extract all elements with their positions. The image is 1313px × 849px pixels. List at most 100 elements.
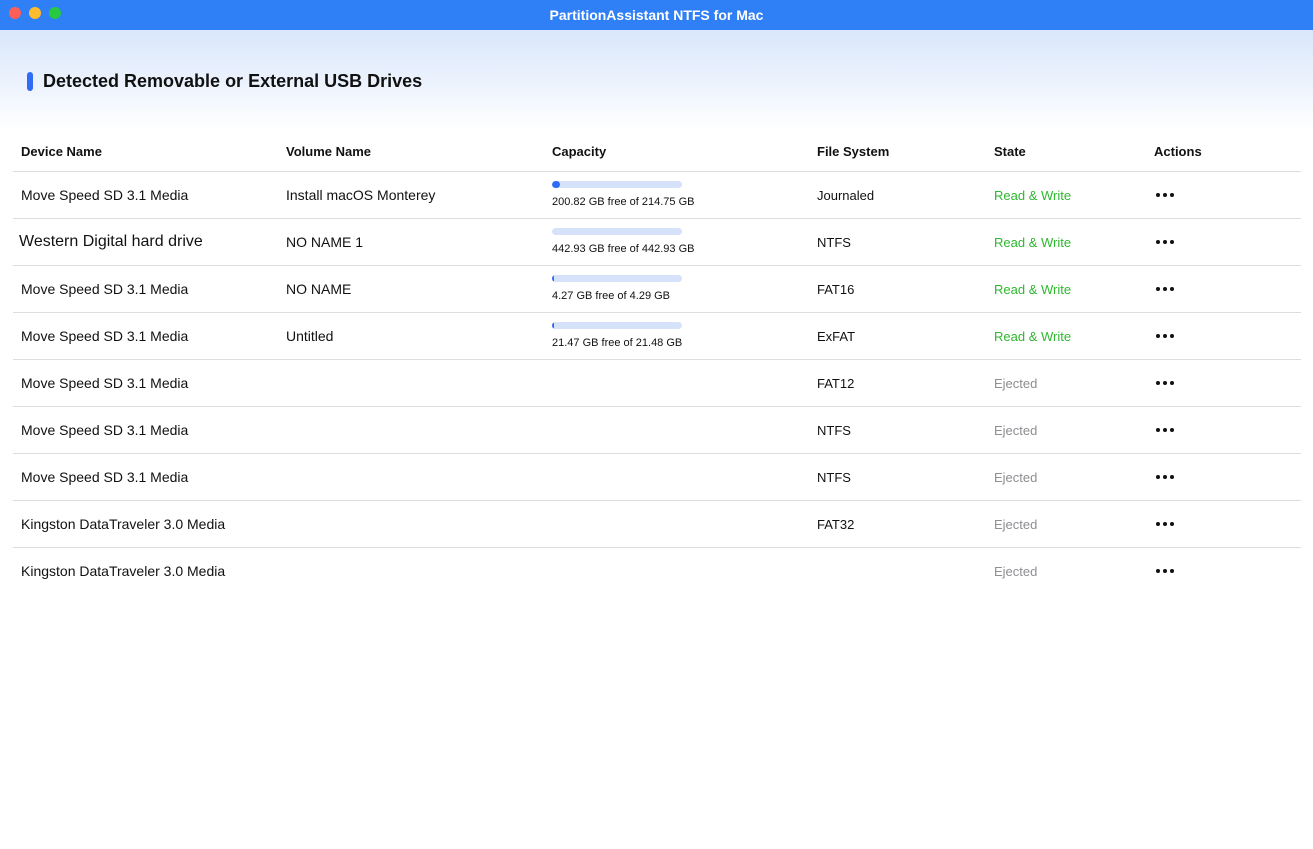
state-badge: Ejected xyxy=(994,563,1038,579)
capacity-cell: 4.27 GB free of 4.29 GB xyxy=(552,266,752,312)
header-capacity: Capacity xyxy=(552,143,607,159)
state-badge: Read & Write xyxy=(994,234,1072,250)
section-title: Detected Removable or External USB Drive… xyxy=(43,71,423,91)
more-dot xyxy=(1163,381,1167,385)
volume-name-cell: NO NAME xyxy=(286,281,352,297)
more-dot xyxy=(1163,428,1167,432)
volume-name-cell: Untitled xyxy=(286,328,334,344)
table-body: Move Speed SD 3.1 Media Install macOS Mon… xyxy=(13,172,1301,594)
table-row[interactable]: Move Speed SD 3.1 Media NO NAME 4.27 GB fr… xyxy=(13,266,1301,313)
actions-cell xyxy=(1154,266,1176,312)
more-dot xyxy=(1156,428,1160,432)
more-dot xyxy=(1170,522,1174,526)
device-name-cell: Move Speed SD 3.1 Media xyxy=(21,469,189,485)
more-dot xyxy=(1170,287,1174,291)
header-actions: Actions xyxy=(1154,143,1202,159)
actions-cell xyxy=(1154,454,1176,500)
more-horizontal-icon[interactable] xyxy=(1154,424,1176,436)
actions-cell xyxy=(1154,172,1176,218)
volume-name-cell: NO NAME 1 xyxy=(286,234,364,250)
more-horizontal-icon[interactable] xyxy=(1154,283,1176,295)
more-dot xyxy=(1156,522,1160,526)
more-dot xyxy=(1163,287,1167,291)
title-bar[interactable]: PartitionAssistant NTFS for Mac xyxy=(0,0,1313,30)
table-row[interactable]: Move Speed SD 3.1 Media NTFS Ejected xyxy=(13,454,1301,501)
more-dot xyxy=(1170,240,1174,244)
device-name-cell: Western Digital hard drive xyxy=(19,233,203,250)
more-horizontal-icon[interactable] xyxy=(1154,518,1176,530)
table-row[interactable]: Move Speed SD 3.1 Media Install macOS Mon… xyxy=(13,172,1301,219)
more-dot xyxy=(1170,475,1174,479)
file-system-cell: NTFS xyxy=(817,469,851,485)
more-horizontal-icon[interactable] xyxy=(1154,330,1176,342)
state-badge: Ejected xyxy=(994,516,1038,532)
table-row[interactable]: Western Digital hard drive NO NAME 1 442.9… xyxy=(13,219,1301,266)
state-badge: Read & Write xyxy=(994,187,1072,203)
header-file-system: File System xyxy=(817,143,890,159)
more-horizontal-icon[interactable] xyxy=(1154,236,1176,248)
file-system-cell: NTFS xyxy=(817,422,851,438)
table-header: Device Name Volume Name Capacity File Sy… xyxy=(13,131,1301,172)
more-horizontal-icon[interactable] xyxy=(1154,565,1176,577)
table-row[interactable]: Kingston DataTraveler 3.0 Media Ejected xyxy=(13,548,1301,594)
file-system-cell: NTFS xyxy=(817,234,851,250)
table-row[interactable]: Move Speed SD 3.1 Media Untitled 21.47 GB … xyxy=(13,313,1301,360)
table-row[interactable]: Kingston DataTraveler 3.0 Media FAT32 Ejec… xyxy=(13,501,1301,548)
file-system-cell: Journaled xyxy=(817,187,875,203)
more-dot xyxy=(1156,569,1160,573)
table-row[interactable]: Move Speed SD 3.1 Media FAT12 Ejected xyxy=(13,360,1301,407)
device-name-cell: Move Speed SD 3.1 Media xyxy=(21,375,189,391)
state-badge: Ejected xyxy=(994,469,1038,485)
file-system-cell: FAT16 xyxy=(817,281,855,297)
device-name-cell: Move Speed SD 3.1 Media xyxy=(21,281,189,297)
actions-cell xyxy=(1154,219,1176,265)
more-dot xyxy=(1156,334,1160,338)
actions-cell xyxy=(1154,548,1176,594)
more-horizontal-icon[interactable] xyxy=(1154,189,1176,201)
more-dot xyxy=(1156,287,1160,291)
more-dot xyxy=(1170,193,1174,197)
state-badge: Ejected xyxy=(994,422,1038,438)
window-title: PartitionAssistant NTFS for Mac xyxy=(549,7,764,23)
more-horizontal-icon[interactable] xyxy=(1154,471,1176,483)
file-system-cell: FAT12 xyxy=(817,375,855,391)
actions-cell xyxy=(1154,360,1176,406)
device-name-cell: Kingston DataTraveler 3.0 Media xyxy=(21,516,226,532)
header-device-name: Device Name xyxy=(21,143,102,159)
capacity-bar xyxy=(552,181,682,188)
more-dot xyxy=(1163,193,1167,197)
more-dot xyxy=(1170,569,1174,573)
state-badge: Read & Write xyxy=(994,281,1072,297)
state-badge: Read & Write xyxy=(994,328,1072,344)
actions-cell xyxy=(1154,313,1176,359)
capacity-bar-fill xyxy=(552,181,560,188)
more-dot xyxy=(1156,193,1160,197)
device-name-cell: Move Speed SD 3.1 Media xyxy=(21,328,189,344)
more-dot xyxy=(1170,428,1174,432)
more-dot xyxy=(1163,334,1167,338)
more-horizontal-icon[interactable] xyxy=(1154,377,1176,389)
capacity-bar xyxy=(552,228,682,235)
more-dot xyxy=(1156,381,1160,385)
more-dot xyxy=(1156,240,1160,244)
capacity-bar-fill xyxy=(552,275,554,282)
more-dot xyxy=(1163,475,1167,479)
capacity-text: 442.93 GB free of 442.93 GB xyxy=(552,243,695,255)
more-dot xyxy=(1163,522,1167,526)
file-system-cell: FAT32 xyxy=(817,516,855,532)
capacity-bar-fill xyxy=(552,322,554,329)
actions-cell xyxy=(1154,501,1176,547)
state-badge: Ejected xyxy=(994,375,1038,391)
more-dot xyxy=(1156,475,1160,479)
device-name-cell: Move Speed SD 3.1 Media xyxy=(21,187,189,203)
table-row[interactable]: Move Speed SD 3.1 Media NTFS Ejected xyxy=(13,407,1301,454)
capacity-cell: 442.93 GB free of 442.93 GB xyxy=(552,219,752,265)
capacity-cell: 21.47 GB free of 21.48 GB xyxy=(552,313,752,359)
more-dot xyxy=(1163,240,1167,244)
header-volume-name: Volume Name xyxy=(286,143,372,159)
device-name-cell: Move Speed SD 3.1 Media xyxy=(21,422,189,438)
header-state: State xyxy=(994,143,1026,159)
capacity-bar xyxy=(552,322,682,329)
actions-cell xyxy=(1154,407,1176,453)
device-name-cell: Kingston DataTraveler 3.0 Media xyxy=(21,563,226,579)
